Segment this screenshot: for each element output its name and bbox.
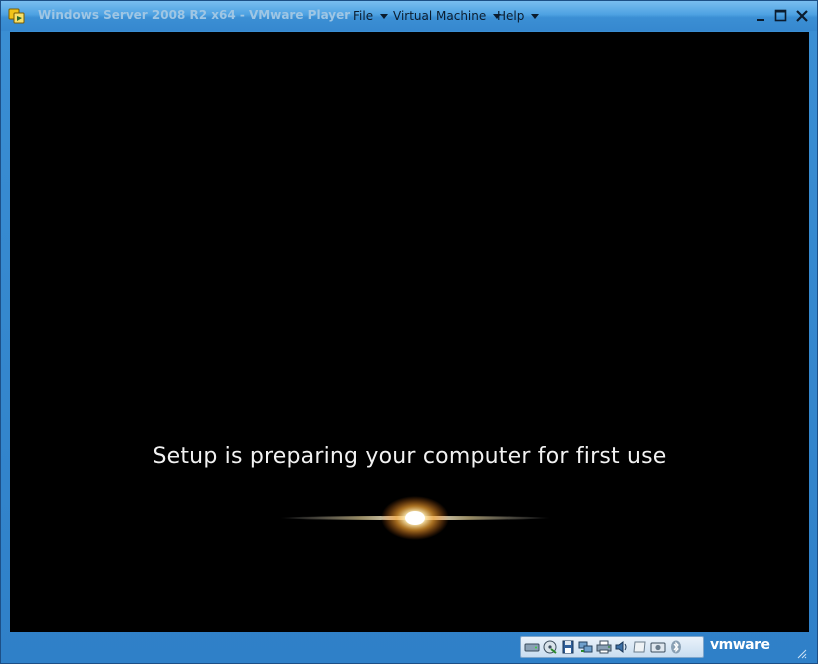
vmware-player-icon[interactable] <box>8 7 26 25</box>
vmware-logo: vmware <box>710 637 770 653</box>
camera-icon[interactable] <box>649 638 666 656</box>
menu-file[interactable]: File <box>353 8 389 24</box>
vm-display[interactable]: Setup is preparing your computer for fir… <box>10 32 809 632</box>
menu-file-label: File <box>353 9 374 23</box>
network-adapter-icon[interactable] <box>577 638 594 656</box>
title-bar[interactable]: Windows Server 2008 R2 x64 - VMware Play… <box>1 1 817 31</box>
vmware-player-window: Windows Server 2008 R2 x64 - VMware Play… <box>0 0 818 664</box>
device-tray <box>520 636 704 658</box>
menu-help[interactable]: Help <box>497 8 540 24</box>
close-icon[interactable] <box>794 8 810 24</box>
maximize-icon[interactable] <box>773 8 789 24</box>
menu-virtual-machine[interactable]: Virtual Machine <box>393 8 502 24</box>
window-title: Windows Server 2008 R2 x64 - VMware Play… <box>38 8 351 22</box>
chevron-down-icon <box>531 13 540 19</box>
bluetooth-icon[interactable] <box>667 638 684 656</box>
cd-dvd-icon[interactable] <box>541 638 558 656</box>
setup-message: Setup is preparing your computer for fir… <box>152 444 667 469</box>
resize-grip-icon[interactable] <box>795 647 807 659</box>
status-bar: vmware <box>10 634 809 661</box>
hard-disk-icon[interactable] <box>523 638 540 656</box>
display-icon[interactable] <box>631 638 648 656</box>
windows-logo-glow <box>280 496 550 540</box>
menu-virtual-machine-label: Virtual Machine <box>393 9 487 23</box>
minimize-icon[interactable] <box>753 8 769 24</box>
menu-help-label: Help <box>497 9 525 23</box>
sound-card-icon[interactable] <box>613 638 630 656</box>
printer-icon[interactable] <box>595 638 612 656</box>
chevron-down-icon <box>380 13 389 19</box>
floppy-icon[interactable] <box>559 638 576 656</box>
